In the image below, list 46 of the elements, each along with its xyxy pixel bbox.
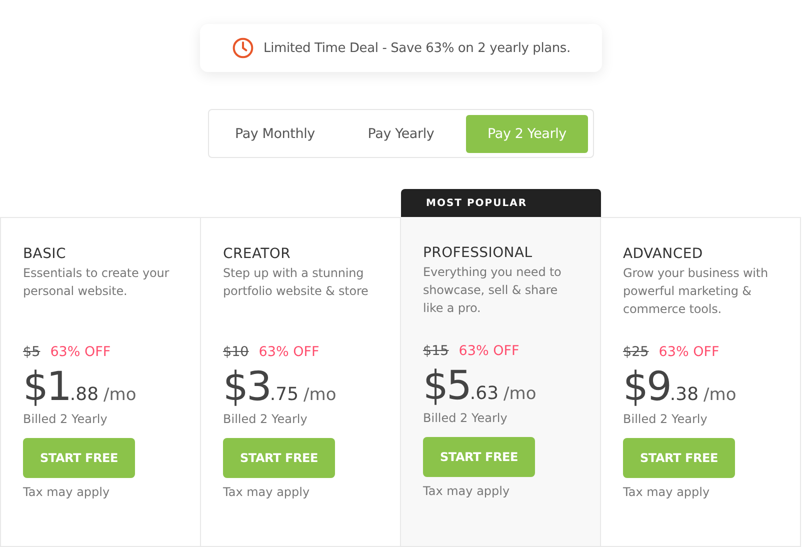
discount-label: 63% OFF [458,343,520,359]
price-cents: .38 [670,384,699,405]
billing-note: Billed 2 Yearly [223,412,308,426]
plan-description: Essentials to create your personal website. [23,265,170,300]
plan-description: Step up with a stunning portfolio website & store [223,265,370,300]
billing-tab[interactable]: Pay Yearly [340,114,462,152]
start-free-button[interactable]: START FREE [623,438,735,478]
plan-name: CREATOR [223,246,292,262]
billing-tab[interactable]: Pay Monthly [214,114,336,152]
plan-description: Grow your business with powerful marketing & commerce tools. [623,265,770,318]
billing-note: Billed 2 Yearly [423,411,508,425]
plan-name: PROFESSIONAL [423,245,534,261]
price-period: /mo [704,385,736,405]
billing-note: Billed 2 Yearly [23,412,108,426]
start-free-button[interactable]: START FREE [23,438,135,478]
price-whole: $1 [23,364,70,410]
plan-description: Everything you need to showcase, sell & share like a pro. [423,264,562,317]
price-whole: $3 [223,364,270,410]
clock-icon [232,37,254,59]
discount-label: 63% OFF [50,344,111,360]
popular-badge: MOST POPULAR [401,189,601,217]
tax-note: Tax may apply [623,485,711,499]
discount-label: 63% OFF [658,344,720,360]
price-period: /mo [104,385,136,405]
original-price: $5 [23,344,40,360]
discount-label: 63% OFF [258,344,320,360]
price-period: /mo [304,385,336,405]
tax-note: Tax may apply [223,485,311,499]
price-period: /mo [504,384,536,404]
plan-name: BASIC [23,246,67,262]
billing-note: Billed 2 Yearly [623,412,708,426]
price-cents: .75 [270,384,299,405]
billing-tab[interactable]: Pay 2 Yearly [466,114,588,152]
original-price: $15 [423,343,449,359]
price-cents: .88 [70,384,99,405]
start-free-button[interactable]: START FREE [423,437,535,477]
original-price: $10 [223,344,249,360]
original-price: $25 [623,344,649,360]
deal-text: Limited Time Deal - Save 63% on 2 yearly plans. [264,40,570,56]
plan-name: ADVANCED [623,246,704,262]
price-cents: .63 [470,383,499,404]
start-free-button[interactable]: START FREE [223,438,335,478]
price-whole: $9 [623,364,670,410]
price-whole: $5 [423,363,470,409]
tax-note: Tax may apply [23,485,111,499]
tax-note: Tax may apply [423,484,511,498]
